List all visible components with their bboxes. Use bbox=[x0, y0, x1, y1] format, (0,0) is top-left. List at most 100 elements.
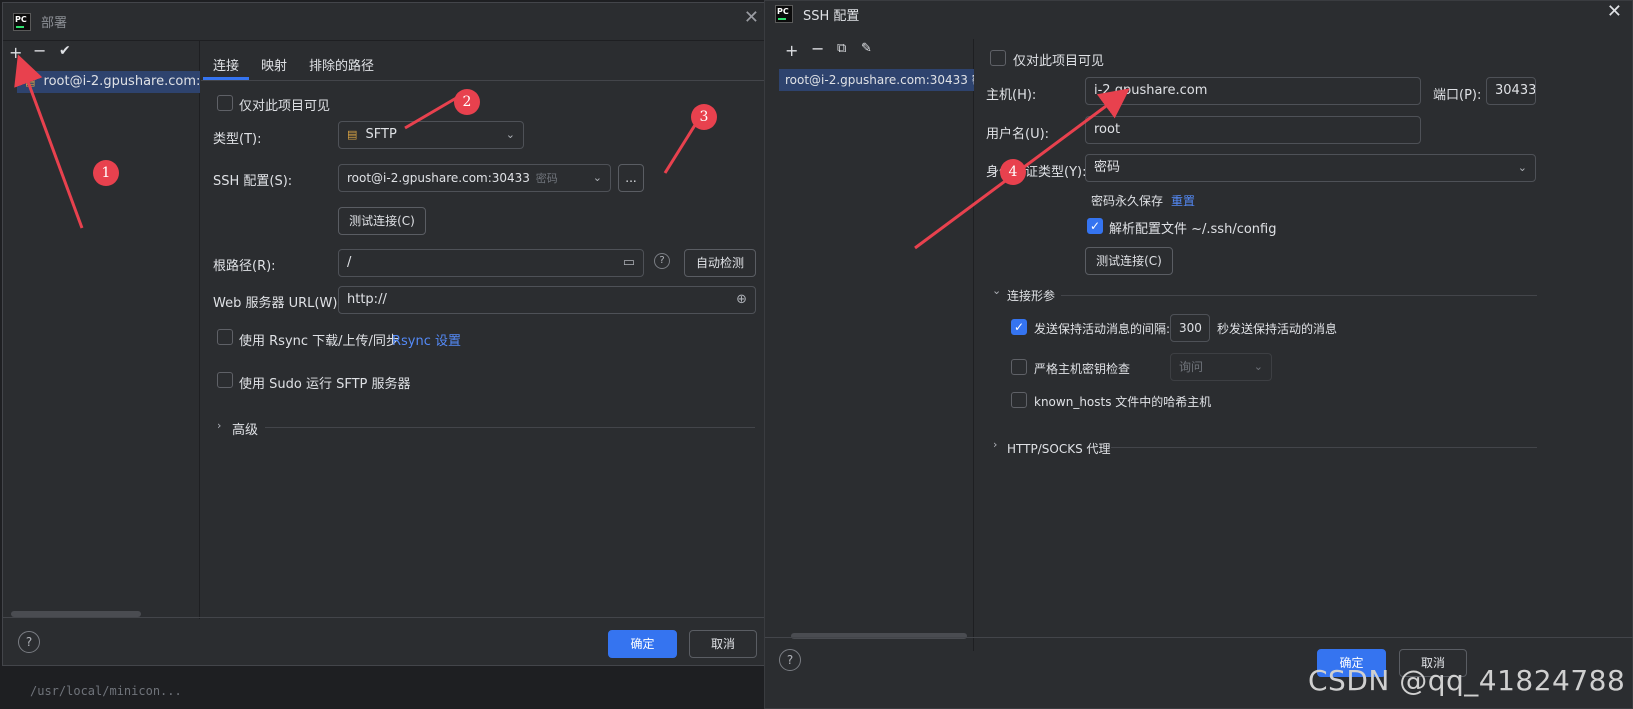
root-path-label: 根路径(R): bbox=[213, 259, 276, 274]
keepalive-label: 发送保持活动消息的间隔: bbox=[1034, 322, 1171, 336]
visible-only-checkbox[interactable] bbox=[217, 95, 233, 111]
known-hosts-label: known_hosts 文件中的哈希主机 bbox=[1034, 395, 1212, 409]
sftp-server-icon: ▤ bbox=[25, 75, 36, 88]
rsync-checkbox[interactable] bbox=[217, 329, 233, 345]
rsync-label: 使用 Rsync 下载/上传/同步 bbox=[239, 334, 399, 349]
annotation-badge-2: 2 bbox=[454, 89, 480, 115]
proxy-chevron-icon[interactable]: › bbox=[993, 438, 997, 451]
ssh-list-item[interactable]: root@i-2.gpushare.com:30433 密码 bbox=[779, 69, 974, 91]
parse-config-label: 解析配置文件 ~/.ssh/config bbox=[1109, 222, 1277, 237]
keepalive-suffix: 秒发送保持活动的消息 bbox=[1217, 322, 1338, 336]
chevron-down-icon: ⌄ bbox=[505, 128, 515, 141]
csdn-watermark: CSDN @qq_41824788 bbox=[1308, 664, 1626, 697]
host-field[interactable]: i-2.gpushare.com bbox=[1085, 77, 1421, 105]
chevron-down-icon: ⌄ bbox=[592, 171, 602, 184]
web-url-label: Web 服务器 URL(W): bbox=[213, 296, 342, 311]
web-url-field[interactable]: http:// ⊕ bbox=[338, 286, 756, 314]
ssh-config-dialog: PC SSH 配置 ✕ + − ⧉ ✎ root@i-2.gpushare.co… bbox=[764, 0, 1633, 709]
visible-only-label: 仅对此项目可见 bbox=[239, 99, 331, 114]
ssh-test-connection-button[interactable]: 测试连接(C) bbox=[1085, 247, 1173, 275]
proxy-section-label[interactable]: HTTP/SOCKS 代理 bbox=[1007, 440, 1111, 457]
strict-host-key-value: 询问 bbox=[1179, 360, 1204, 374]
help-icon[interactable]: ? bbox=[18, 631, 40, 653]
sudo-checkbox[interactable] bbox=[217, 372, 233, 388]
sftp-icon: ▤ bbox=[347, 128, 358, 141]
tab-mappings[interactable]: 映射 bbox=[261, 55, 287, 74]
help-icon[interactable]: ? bbox=[654, 253, 670, 269]
reset-link[interactable]: 重置 bbox=[1171, 192, 1195, 209]
pycharm-logo-icon: PC bbox=[13, 12, 31, 31]
ssh-config-value: root@i-2.gpushare.com:30433 bbox=[347, 171, 530, 185]
add-icon[interactable]: + bbox=[785, 41, 798, 60]
annotation-badge-4: 4 bbox=[1000, 159, 1026, 185]
ssh-titlebar: PC SSH 配置 ✕ bbox=[765, 1, 1632, 27]
server-list-item[interactable]: ▤ root@i-2.gpushare.com:3043 bbox=[17, 71, 200, 93]
server-list-pane: + − ✔ ▤ root@i-2.gpushare.com:3043 bbox=[3, 41, 200, 619]
keepalive-field[interactable]: 300 bbox=[1170, 314, 1210, 342]
background-terminal-text: /usr/local/minicon... bbox=[30, 684, 182, 698]
port-label: 端口(P): bbox=[1433, 88, 1482, 103]
globe-icon[interactable]: ⊕ bbox=[736, 287, 747, 313]
folder-icon[interactable]: ▭ bbox=[623, 250, 635, 276]
rsync-settings-link[interactable]: Rsync 设置 bbox=[392, 330, 461, 349]
strict-host-key-checkbox[interactable] bbox=[1011, 359, 1027, 375]
tab-excluded-paths[interactable]: 排除的路径 bbox=[309, 55, 374, 74]
proxy-divider bbox=[1111, 447, 1537, 448]
strict-host-key-label: 严格主机密钥检查 bbox=[1034, 362, 1131, 376]
type-value: SFTP bbox=[365, 127, 397, 142]
host-label: 主机(H): bbox=[986, 88, 1037, 103]
close-icon[interactable]: ✕ bbox=[744, 7, 759, 28]
ssh-auth-suffix: 密码 bbox=[535, 172, 558, 185]
remove-icon[interactable]: − bbox=[33, 41, 46, 60]
ssh-config-more-button[interactable]: ... bbox=[618, 164, 644, 192]
remove-icon[interactable]: − bbox=[811, 39, 824, 58]
ssh-config-label: SSH 配置(S): bbox=[213, 174, 293, 189]
ssh-visible-only-label: 仅对此项目可见 bbox=[1013, 54, 1105, 69]
annotation-badge-3: 3 bbox=[691, 104, 717, 130]
username-label: 用户名(U): bbox=[986, 127, 1050, 142]
save-password-label: 密码永久保存 bbox=[1091, 194, 1164, 208]
help-icon[interactable]: ? bbox=[779, 649, 801, 671]
ssh-list-pane: + − ⧉ ✎ root@i-2.gpushare.com:30433 密码 bbox=[765, 39, 974, 651]
chevron-down-icon: ⌄ bbox=[1517, 161, 1527, 174]
tab-connection[interactable]: 连接 bbox=[213, 55, 239, 74]
advanced-section-label[interactable]: 高级 bbox=[232, 419, 258, 438]
root-path-field[interactable]: / ▭ bbox=[338, 249, 644, 277]
add-icon[interactable]: + bbox=[9, 43, 22, 62]
type-label: 类型(T): bbox=[213, 132, 262, 147]
deployment-dialog: PC 部署 ✕ + − ✔ ▤ root@i-2.gpushare.com:30… bbox=[2, 2, 766, 666]
horizontal-scrollbar[interactable] bbox=[791, 633, 967, 639]
type-select[interactable]: ▤ SFTP ⌄ bbox=[338, 121, 524, 149]
pycharm-logo-icon: PC bbox=[775, 5, 793, 23]
close-icon[interactable]: ✕ bbox=[1607, 1, 1622, 22]
username-field[interactable]: root bbox=[1085, 116, 1421, 144]
auth-type-select[interactable]: 密码 ⌄ bbox=[1085, 154, 1536, 182]
known-hosts-checkbox[interactable] bbox=[1011, 392, 1027, 408]
cancel-button[interactable]: 取消 bbox=[689, 630, 757, 658]
tab-divider bbox=[201, 80, 765, 81]
sudo-label: 使用 Sudo 运行 SFTP 服务器 bbox=[239, 377, 411, 392]
chevron-down-icon: ⌄ bbox=[1253, 360, 1263, 373]
server-entry-label: root@i-2.gpushare.com:3043 bbox=[43, 74, 200, 89]
strict-host-key-select[interactable]: 询问 ⌄ bbox=[1170, 353, 1272, 381]
copy-icon[interactable]: ⧉ bbox=[837, 41, 846, 56]
ssh-config-select[interactable]: root@i-2.gpushare.com:30433 密码 ⌄ bbox=[338, 164, 611, 192]
conn-params-chevron-icon[interactable]: ⌄ bbox=[992, 284, 1001, 297]
conn-params-divider bbox=[1061, 295, 1537, 296]
auth-type-value: 密码 bbox=[1094, 160, 1121, 175]
check-icon[interactable]: ✔ bbox=[59, 43, 71, 59]
edit-icon[interactable]: ✎ bbox=[861, 41, 872, 56]
deployment-titlebar: PC 部署 ✕ bbox=[3, 3, 765, 41]
parse-config-checkbox[interactable]: ✓ bbox=[1087, 218, 1103, 234]
test-connection-button[interactable]: 测试连接(C) bbox=[338, 207, 426, 235]
conn-params-section-label[interactable]: 连接形参 bbox=[1007, 287, 1055, 304]
keepalive-checkbox[interactable]: ✓ bbox=[1011, 319, 1027, 335]
ssh-footer-divider bbox=[765, 637, 1633, 638]
ok-button[interactable]: 确定 bbox=[608, 630, 677, 658]
port-field[interactable]: 30433 bbox=[1486, 77, 1536, 105]
root-path-value: / bbox=[347, 255, 352, 270]
ssh-visible-only-checkbox[interactable] bbox=[990, 50, 1006, 66]
auto-detect-button[interactable]: 自动检测 bbox=[684, 249, 756, 277]
advanced-chevron-icon[interactable]: › bbox=[217, 419, 221, 432]
advanced-divider bbox=[265, 427, 755, 428]
